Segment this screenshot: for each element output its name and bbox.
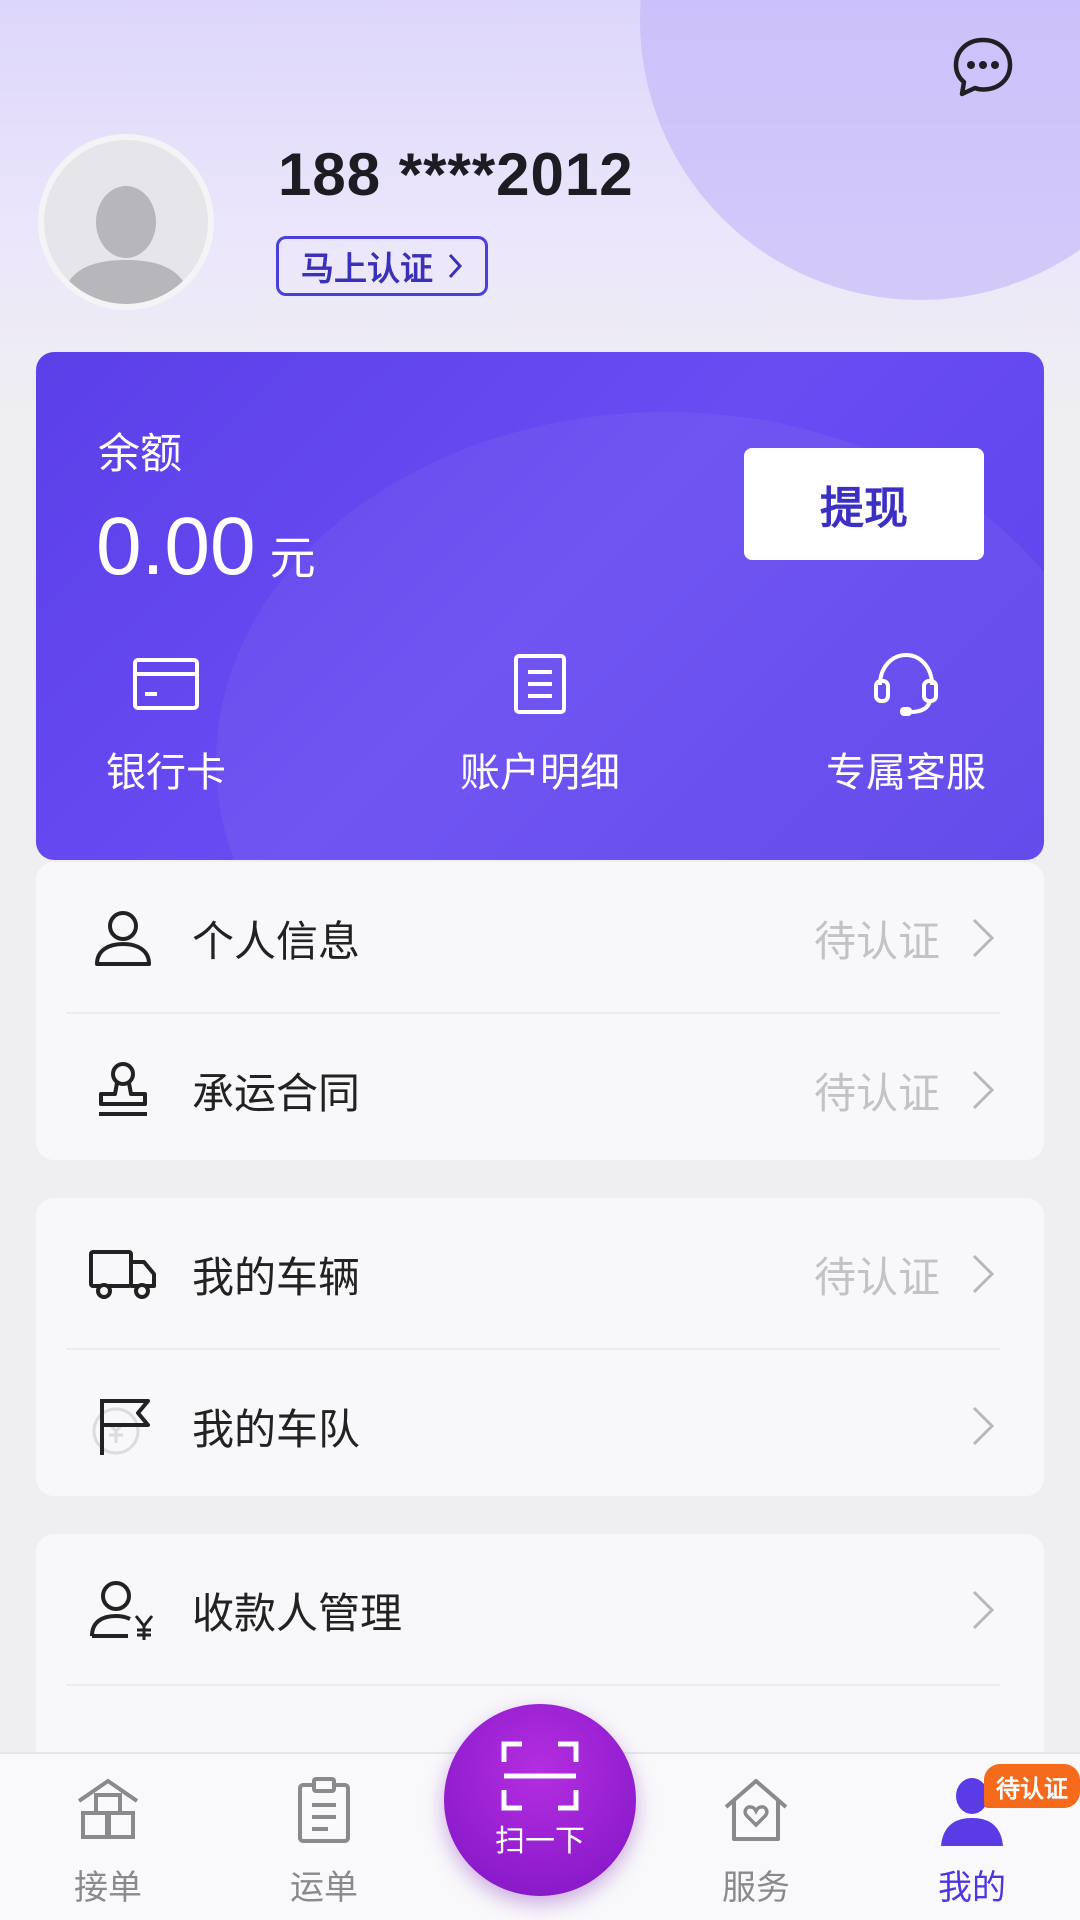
phone-number: 188 ****2012 (278, 141, 634, 208)
scan-label: 扫一下 (495, 1824, 585, 1859)
scan-button[interactable]: 扫一下 (444, 1704, 636, 1896)
balance-unit: 元 (269, 531, 316, 585)
menu-item-status: 待认证 (813, 1252, 940, 1302)
tab-label: 我的 (938, 1868, 1006, 1908)
balance-card: 余额 0.00 元 提现 银行卡 账户明细 专属客服 (36, 352, 1044, 860)
customer-service-label: 专属客服 (826, 750, 986, 796)
chat-bubble-icon (953, 37, 1013, 97)
menu-item-label: 我的车队 (192, 1404, 361, 1454)
house-heart-icon (724, 1779, 788, 1841)
withdraw-button[interactable]: 提现 (744, 448, 984, 560)
bank-card-action[interactable]: 银行卡 (96, 644, 236, 798)
menu-item-carriage-contract[interactable]: 承运合同 待认证 (36, 1014, 1044, 1160)
clipboard-icon (298, 1777, 350, 1843)
menu-item-status: 待认证 (813, 916, 940, 966)
balance-label: 余额 (98, 429, 183, 478)
verify-now-label: 马上认证 (301, 249, 433, 288)
chevron-right-icon (448, 253, 463, 279)
tab-waybills[interactable]: 运单 (254, 1770, 394, 1909)
account-details-action[interactable]: 账户明细 (450, 644, 630, 798)
tab-label: 接单 (74, 1868, 142, 1908)
person-icon (95, 911, 151, 966)
chevron-right-icon (972, 1070, 995, 1110)
balance-amount: 0.00 元 (96, 500, 316, 594)
truck-icon (89, 1250, 156, 1299)
default-avatar-icon (61, 186, 191, 304)
bank-card-label: 银行卡 (106, 750, 226, 796)
stamp-icon (99, 1062, 147, 1116)
chevron-right-icon (972, 1590, 995, 1630)
tab-label: 运单 (290, 1868, 358, 1908)
account-details-label: 账户明细 (460, 750, 620, 796)
tab-services[interactable]: 服务 (686, 1770, 826, 1909)
headset-icon (874, 652, 938, 716)
balance-value: 0.00 (96, 501, 256, 592)
flag-icon (92, 1399, 150, 1455)
verify-now-button[interactable]: 马上认证 (276, 236, 488, 296)
payee-icon (90, 1581, 154, 1640)
scan-frame-icon (501, 1741, 579, 1811)
chevron-right-icon (972, 1406, 995, 1446)
chevron-right-icon (972, 1254, 995, 1294)
document-icon (514, 654, 566, 714)
boxes-icon (77, 1778, 139, 1839)
menu-item-payee-management[interactable]: 收款人管理 (36, 1534, 1044, 1686)
menu-item-my-vehicles[interactable]: 我的车辆 待认证 (36, 1198, 1044, 1350)
menu-group-verification: 个人信息 待认证 承运合同 待认证 (36, 862, 1044, 1160)
pending-verification-badge: 待认证 (984, 1764, 1080, 1808)
message-button[interactable] (950, 34, 1016, 100)
chevron-right-icon (972, 918, 995, 958)
tab-label: 服务 (722, 1868, 790, 1908)
menu-item-label: 承运合同 (192, 1068, 361, 1118)
menu-group-vehicles: 我的车辆 待认证 我的车队 (36, 1198, 1044, 1496)
customer-service-action[interactable]: 专属客服 (816, 644, 996, 798)
menu-item-personal-info[interactable]: 个人信息 待认证 (36, 862, 1044, 1014)
avatar[interactable] (38, 134, 214, 310)
menu-item-my-fleet[interactable]: 我的车队 (36, 1350, 1044, 1496)
menu-item-label: 收款人管理 (192, 1588, 403, 1638)
tab-orders[interactable]: 接单 (38, 1770, 178, 1909)
menu-item-label: 我的车辆 (192, 1252, 361, 1302)
menu-item-label: 个人信息 (192, 916, 361, 966)
credit-card-icon (133, 658, 199, 710)
menu-item-status: 待认证 (813, 1068, 940, 1118)
